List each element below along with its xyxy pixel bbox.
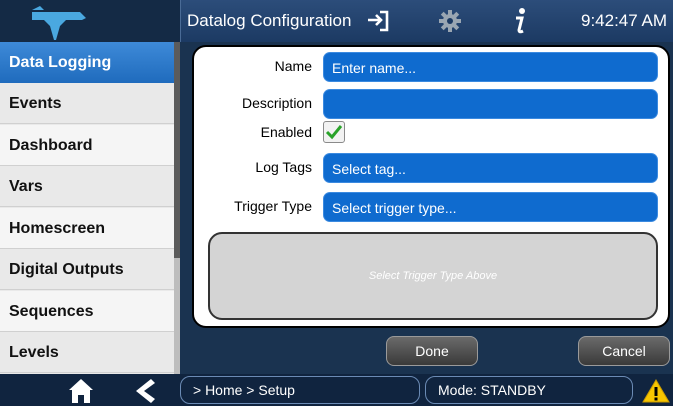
top-bar: Datalog Configuration 9:42:47 AM [0, 0, 673, 42]
sidebar-item-dashboard[interactable]: Dashboard [0, 125, 174, 166]
datalog-form: Name Enter name... Description Enabled L… [192, 45, 670, 328]
home-icon[interactable] [68, 378, 94, 404]
info-icon[interactable] [510, 6, 530, 36]
sidebar-item-vars[interactable]: Vars [0, 166, 174, 207]
sidebar-item-data-logging[interactable]: Data Logging [0, 42, 174, 83]
warning-icon[interactable] [642, 379, 670, 403]
enabled-label: Enabled [260, 124, 312, 140]
trigger-type-select[interactable]: Select trigger type... [323, 192, 658, 222]
name-input[interactable]: Enter name... [323, 52, 658, 82]
trigger-settings-area: Select Trigger Type Above [208, 232, 658, 320]
sidebar-item-events[interactable]: Events [0, 83, 174, 124]
teledyne-logo [32, 6, 86, 40]
sidebar-item-homescreen[interactable]: Homescreen [0, 208, 174, 249]
bottom-bar: > Home > Setup Mode: STANDBY [0, 374, 673, 406]
name-label: Name [274, 58, 312, 74]
sidebar-item-levels[interactable]: Levels [0, 332, 174, 373]
sidebar-item-sequences[interactable]: Sequences [0, 291, 174, 332]
header-bar: Datalog Configuration 9:42:47 AM [180, 0, 673, 42]
mode-status[interactable]: Mode: STANDBY [425, 376, 633, 404]
description-input[interactable] [323, 89, 658, 119]
breadcrumb[interactable]: > Home > Setup [180, 376, 420, 404]
gear-icon[interactable] [438, 9, 462, 33]
done-button[interactable]: Done [386, 336, 478, 366]
sidebar-item-digital-outputs[interactable]: Digital Outputs [0, 249, 174, 290]
exit-icon[interactable] [366, 9, 390, 33]
page-title: Datalog Configuration [187, 11, 352, 30]
cancel-button[interactable]: Cancel [578, 336, 670, 366]
description-label: Description [241, 95, 312, 111]
log-tags-select[interactable]: Select tag... [323, 153, 658, 183]
checkmark-icon [325, 125, 343, 140]
clock: 9:42:47 AM [581, 11, 668, 30]
back-icon[interactable] [131, 378, 155, 404]
enabled-checkbox[interactable] [323, 121, 345, 143]
log-tags-label: Log Tags [255, 159, 312, 175]
trigger-type-label: Trigger Type [234, 198, 312, 214]
sidebar: Data Logging Events Dashboard Vars Homes… [0, 42, 180, 374]
